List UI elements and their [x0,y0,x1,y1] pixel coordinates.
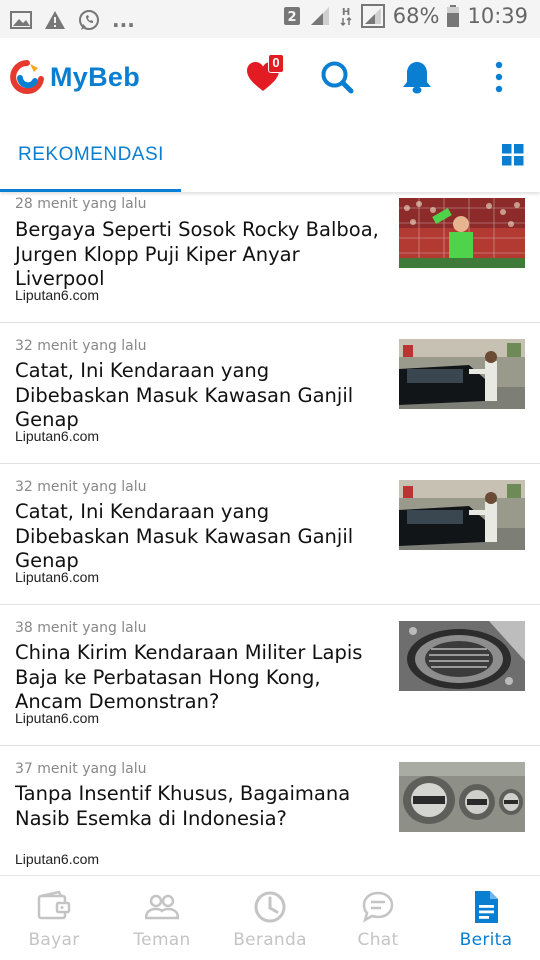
people-icon [145,894,179,920]
news-time: 32 menit yang lalu [15,338,147,354]
status-overflow: ... [112,8,135,32]
news-title[interactable]: Catat, Ini Kendaraan yang Dibebaskan Mas… [15,500,387,574]
news-item[interactable]: 32 menit yang lalu Catat, Ini Kendaraan … [0,323,540,464]
nav-berita[interactable]: Berita [432,876,540,960]
bell-icon [403,62,431,94]
nav-teman[interactable]: Teman [108,876,216,960]
nav-label: Beranda [233,930,307,950]
tab-indicator [0,189,181,192]
wallet-icon [37,890,71,920]
logo-text: MyBeb [50,61,141,92]
news-item[interactable]: 28 menit yang lalu Bergaya Seperti Sosok… [0,192,540,323]
favorites-count-badge: 0 [268,54,284,73]
news-item[interactable]: 37 menit yang lalu Tanpa Insentif Khusus… [0,746,540,875]
news-item[interactable]: 32 menit yang lalu Catat, Ini Kendaraan … [0,464,540,605]
nav-chat[interactable]: Chat [324,876,432,960]
news-time: 38 menit yang lalu [15,620,147,636]
grid-view-icon[interactable] [502,144,524,166]
chat-bubble-icon [362,891,394,923]
status-bar: ... 2 H 68% 10:39 [0,0,540,38]
news-title[interactable]: Tanpa Insentif Khusus, Bagaimana Nasib E… [15,782,387,831]
battery-icon [447,5,460,27]
nav-bayar[interactable]: Bayar [0,876,108,960]
nav-label: Chat [357,930,399,950]
whatsapp-icon [79,10,99,30]
news-thumbnail[interactable] [399,339,525,409]
clock-time: 10:39 [467,4,528,28]
news-source: Liputan6.com [15,710,100,726]
clock-icon [254,891,286,923]
news-title[interactable]: China Kirim Kendaraan Militer Lapis Baja… [15,641,387,715]
battery-percent: 68% [392,4,440,28]
news-source: Liputan6.com [15,851,100,867]
news-source: Liputan6.com [15,428,100,444]
bottom-navigation: Bayar Teman Beranda Chat Berita [0,875,540,960]
more-vert-icon [495,61,503,93]
news-time: 32 menit yang lalu [15,479,147,495]
news-feed[interactable]: 28 menit yang lalu Bergaya Seperti Sosok… [0,192,540,875]
news-item[interactable]: 38 menit yang lalu China Kirim Kendaraan… [0,605,540,746]
armored-vehicle-photo [399,621,525,691]
news-time: 37 menit yang lalu [15,761,147,777]
traffic-police-photo [399,339,525,409]
svg-text:H: H [342,7,350,18]
signal2-icon [360,4,385,28]
warning-icon [45,11,65,29]
tab-rekomendasi[interactable]: REKOMENDASI [18,144,164,166]
nav-label: Teman [133,930,191,950]
search-icon [321,61,354,94]
news-title[interactable]: Catat, Ini Kendaraan yang Dibebaskan Mas… [15,359,387,433]
nav-beranda[interactable]: Beranda [216,876,324,960]
image-icon [10,11,32,29]
news-time: 28 menit yang lalu [15,196,147,212]
goalkeeper-photo [399,198,525,268]
app-logo[interactable]: MyBeb [10,60,140,94]
news-thumbnail[interactable] [399,480,525,550]
mybeb-logo-icon [10,60,44,94]
nav-label: Bayar [28,930,80,950]
news-thumbnail[interactable] [399,621,525,691]
news-source: Liputan6.com [15,287,100,303]
search-button[interactable] [316,56,358,98]
news-thumbnail[interactable] [399,198,525,268]
news-source: Liputan6.com [15,569,100,585]
network-h-icon: H [340,7,352,27]
signal-icon [310,7,329,25]
car-badge-photo [399,762,525,832]
news-thumbnail[interactable] [399,762,525,832]
sim-badge-icon: 2 [283,7,300,25]
article-icon [475,891,498,923]
tab-bar: REKOMENDASI [0,120,540,192]
svg-text:2: 2 [287,10,296,25]
notifications-button[interactable] [396,56,438,98]
more-options-button[interactable] [478,56,520,98]
traffic-police-photo [399,480,525,550]
nav-label: Berita [459,930,513,950]
news-title[interactable]: Bergaya Seperti Sosok Rocky Balboa, Jurg… [15,218,387,292]
